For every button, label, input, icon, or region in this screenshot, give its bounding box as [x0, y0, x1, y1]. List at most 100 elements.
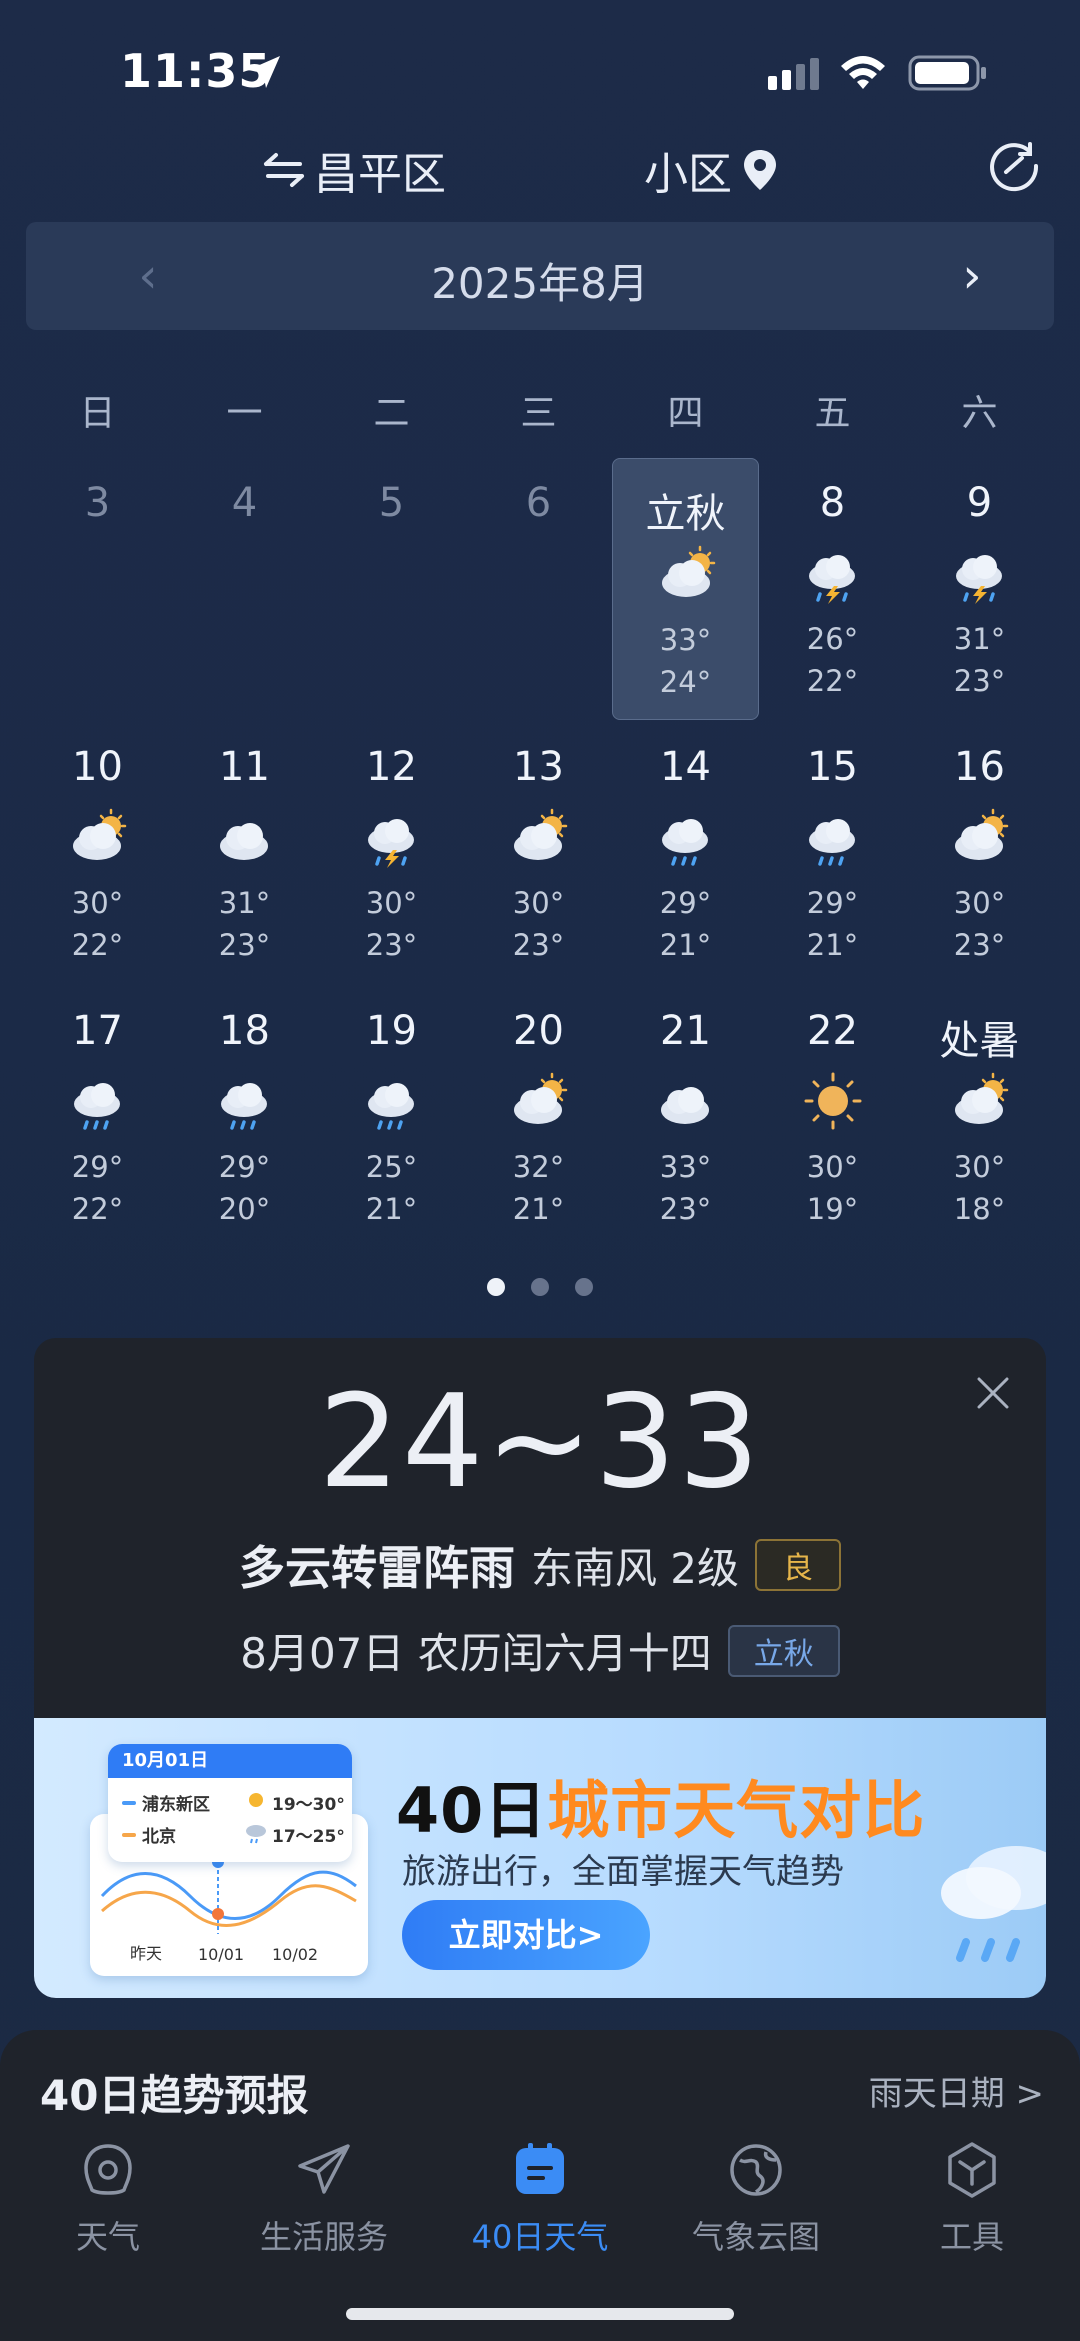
city2-legend [122, 1832, 136, 1837]
solar-term-badge: 立秋 [727, 1624, 840, 1677]
day-label: 处暑 [939, 1018, 1020, 1064]
location-arrow-icon [248, 56, 280, 88]
high-temp: 30° [953, 1150, 1006, 1184]
calendar-day-selected[interactable]: 立秋 33° 24° [612, 458, 759, 720]
wind-info: 东南风 2级 [530, 1543, 740, 1593]
compare-date-card: 10月01日 浦东新区 19～30° 北京 17～25° [108, 1744, 352, 1862]
weekday-label: 二 [373, 393, 410, 434]
day-label: 8 [819, 480, 846, 526]
weather-tab-icon [84, 2144, 132, 2195]
rain-icon [809, 819, 855, 866]
rain-cloud-decoration-icon [941, 1846, 1046, 1962]
day-label: 立秋 [645, 491, 726, 537]
date-row: 8月07日 农历闰六月十四 立秋 [34, 1620, 1046, 1681]
calendar-grid: 3 4 5 6 立秋 33° 24° 8 26° 22° 9 31° 23° 10 30° 22° 11 31° 2… [24, 458, 1056, 1250]
tab-satellite-cloud[interactable]: 气象云图 [656, 2140, 856, 2258]
tab-40-day-weather[interactable]: 40日天气 [440, 2140, 640, 2258]
partly-cloudy-icon [955, 1072, 1009, 1124]
calendar-day[interactable]: 10 30° 22° [24, 722, 171, 986]
calendar-day: 5 [318, 458, 465, 722]
refresh-icon[interactable] [986, 138, 1042, 194]
high-temp: 30° [512, 886, 565, 920]
calendar-day[interactable]: 11 31° 23° [171, 722, 318, 986]
partly-cloudy-icon [73, 808, 127, 860]
low-temp: 21° [512, 1192, 565, 1226]
calendar-day[interactable]: 15 29° 21° [759, 722, 906, 986]
day-label: 19 [366, 1008, 417, 1054]
calendar-day[interactable]: 22 30° 19° [759, 986, 906, 1250]
calendar-day[interactable]: 13 30° 23° [465, 722, 612, 986]
calendar-day[interactable]: 20 32° 21° [465, 986, 612, 1250]
page-dot[interactable] [531, 1278, 549, 1296]
page-dot[interactable] [575, 1278, 593, 1296]
next-month-button[interactable]: › [946, 250, 998, 302]
calendar-day[interactable]: 处暑 30° 18° [906, 986, 1053, 1250]
weather-condition: 多云转雷阵雨 [238, 1541, 515, 1595]
day-label: 20 [513, 1008, 564, 1054]
low-temp: 23° [365, 928, 418, 962]
high-temp: 29° [659, 886, 712, 920]
compare-now-button[interactable]: 立即对比> [402, 1900, 650, 1970]
calendar-day[interactable]: 17 29° 22° [24, 986, 171, 1250]
tab-tools[interactable]: 工具 [872, 2140, 1072, 2258]
high-temp: 33° [659, 1150, 712, 1184]
community-selector[interactable]: 小区 [644, 138, 778, 202]
city1-row: 浦东新区 19～30° [122, 1790, 350, 1815]
calendar-day[interactable]: 16 30° 23° [906, 722, 1053, 986]
city-name: 昌平区 [314, 149, 446, 200]
calendar-tab-icon [516, 2143, 564, 2194]
partly-cloudy-icon [514, 1072, 568, 1124]
day-label: 18 [219, 1008, 270, 1054]
day-label: 6 [525, 480, 552, 526]
calendar-day[interactable]: 9 31° 23° [906, 458, 1053, 722]
high-temp: 29° [806, 886, 859, 920]
weekday-header: 日一二三四五六 [0, 384, 1080, 434]
high-temp: 32° [512, 1150, 565, 1184]
calendar-day[interactable]: 18 29° 20° [171, 986, 318, 1250]
tab-weather[interactable]: 天气 [8, 2140, 208, 2258]
city1-name: 浦东新区 [142, 1795, 210, 1815]
header: 昌平区 小区 [0, 130, 1080, 210]
high-temp: 26° [806, 622, 859, 656]
rainy-days-link[interactable]: 雨天日期 > [869, 2066, 1044, 2115]
low-temp: 19° [806, 1192, 859, 1226]
day-label: 10 [72, 744, 123, 790]
day-label: 13 [513, 744, 564, 790]
low-temp: 23° [953, 664, 1006, 698]
calendar-day[interactable]: 21 33° 23° [612, 986, 759, 1250]
day-label: 15 [807, 744, 858, 790]
page-dot[interactable] [487, 1278, 505, 1296]
tab-life-services[interactable]: 生活服务 [224, 2140, 424, 2258]
high-temp: 30° [806, 1150, 859, 1184]
compare-date: 10月01日 [108, 1744, 352, 1778]
weekday-label: 一 [226, 393, 263, 434]
day-label: 14 [660, 744, 711, 790]
weekday-label: 日 [79, 393, 116, 434]
temperature-range: 24~33 [318, 1368, 762, 1517]
tab-label: 40日天气 [471, 2218, 609, 2256]
calendar-day[interactable]: 8 26° 22° [759, 458, 906, 722]
calendar-day: 3 [24, 458, 171, 722]
city-selector[interactable]: 昌平区 [262, 138, 446, 202]
low-temp: 23° [659, 1192, 712, 1226]
city1-legend [122, 1800, 136, 1805]
high-temp: 31° [953, 622, 1006, 656]
calendar-day[interactable]: 19 25° 21° [318, 986, 465, 1250]
calendar-day[interactable]: 12 30° 23° [318, 722, 465, 986]
low-temp: 24° [659, 665, 712, 699]
cellular-signal-icon [768, 58, 819, 90]
day-label: 22 [807, 1008, 858, 1054]
low-temp: 21° [365, 1192, 418, 1226]
page-indicator [0, 1278, 1080, 1296]
tab-label: 气象云图 [691, 2218, 820, 2256]
calendar-day[interactable]: 14 29° 21° [612, 722, 759, 986]
city-compare-banner[interactable]: 昨天 10/01 10/02 10月01日 浦东新区 19～30° 北京 17～… [34, 1718, 1046, 1998]
high-temp: 30° [365, 886, 418, 920]
rain-cloud-icon [246, 1825, 266, 1844]
banner-title: 40日城市天气对比 [396, 1760, 925, 1850]
cloudy-icon [661, 1087, 709, 1124]
thunderstorm-icon [956, 555, 1002, 604]
thunderstorm-icon [809, 555, 855, 604]
high-temp: 30° [71, 886, 124, 920]
status-bar: 11:35 [0, 0, 1080, 140]
